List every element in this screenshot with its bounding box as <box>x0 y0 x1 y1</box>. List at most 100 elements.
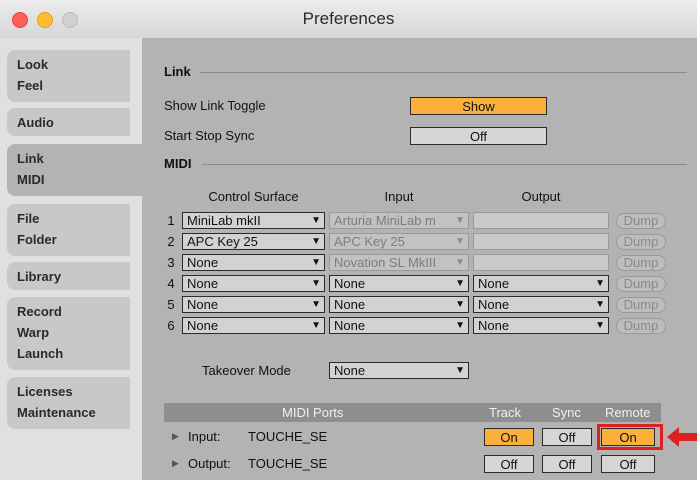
start-stop-sync-button[interactable]: Off <box>410 127 547 145</box>
dropdown-arrow-icon: ▼ <box>455 257 465 268</box>
row-number: 1 <box>167 213 175 228</box>
dropdown-arrow-icon: ▼ <box>311 236 321 247</box>
dump-button[interactable]: Dump <box>616 234 666 250</box>
dropdown-value: APC Key 25 <box>334 234 405 249</box>
dropdown-arrow-icon: ▼ <box>311 299 321 310</box>
dropdown-arrow-icon: ▼ <box>455 278 465 289</box>
sync-toggle-button[interactable]: Off <box>542 455 592 473</box>
output-dropdown[interactable]: None ▼ <box>473 317 609 334</box>
dropdown-arrow-icon: ▼ <box>595 320 605 331</box>
tab-label: Warp <box>17 325 50 340</box>
tab-label: Licenses <box>17 384 73 399</box>
dropdown-value: APC Key 25 <box>187 234 258 249</box>
dropdown-value: None <box>334 318 366 333</box>
dropdown-value: None <box>187 255 219 270</box>
tab-look-feel[interactable]: Look Feel <box>7 50 130 102</box>
start-stop-sync-label: Start Stop Sync <box>164 128 255 143</box>
tab-label: Maintenance <box>17 405 96 420</box>
dropdown-arrow-icon: ▼ <box>455 320 465 331</box>
pointer-arrow-icon <box>667 427 697 447</box>
window-title: Preferences <box>302 9 395 28</box>
tab-label: Launch <box>17 346 64 361</box>
section-divider <box>200 72 687 73</box>
dropdown-arrow-icon: ▼ <box>311 278 321 289</box>
expand-triangle-icon[interactable]: ▶ <box>172 431 179 442</box>
track-toggle-button[interactable]: Off <box>484 455 534 473</box>
remote-toggle-button[interactable]: Off <box>601 455 655 473</box>
output-dropdown[interactable]: None ▼ <box>473 296 609 313</box>
title-bar: Preferences <box>0 0 697 39</box>
dropdown-value: None <box>187 276 219 291</box>
input-column-header: Input <box>384 189 414 204</box>
dropdown-arrow-icon: ▼ <box>455 215 465 226</box>
output-dropdown[interactable] <box>473 212 609 229</box>
dump-button[interactable]: Dump <box>616 276 666 292</box>
dump-button[interactable]: Dump <box>616 255 666 271</box>
row-number: 4 <box>167 276 175 291</box>
row-number: 2 <box>167 234 175 249</box>
control-surface-dropdown[interactable]: None ▼ <box>182 296 325 313</box>
track-column-header: Track <box>489 405 522 420</box>
dropdown-arrow-icon: ▼ <box>595 299 605 310</box>
row-number: 3 <box>167 255 175 270</box>
dropdown-arrow-icon: ▼ <box>455 299 465 310</box>
dropdown-arrow-icon: ▼ <box>455 236 465 247</box>
input-dropdown[interactable]: APC Key 25 ▼ <box>329 233 469 250</box>
input-dropdown[interactable]: None ▼ <box>329 296 469 313</box>
dump-button[interactable]: Dump <box>616 318 666 334</box>
port-direction-label: Input: <box>188 429 221 444</box>
control-surface-dropdown[interactable]: None ▼ <box>182 254 325 271</box>
input-dropdown[interactable]: None ▼ <box>329 317 469 334</box>
preferences-sidebar: Look Feel Audio Link MIDI File Folder Li… <box>0 38 142 480</box>
tab-record-warp-launch[interactable]: Record Warp Launch <box>7 297 130 370</box>
control-surface-column-header: Control Surface <box>208 189 299 204</box>
tab-label: Record <box>17 304 62 319</box>
tab-audio[interactable]: Audio <box>7 108 130 136</box>
dropdown-value: None <box>334 297 366 312</box>
dropdown-arrow-icon: ▼ <box>455 365 465 376</box>
port-direction-label: Output: <box>188 456 231 471</box>
output-dropdown[interactable]: None ▼ <box>473 275 609 292</box>
dropdown-arrow-icon: ▼ <box>311 257 321 268</box>
dropdown-arrow-icon: ▼ <box>311 215 321 226</box>
remote-column-header: Remote <box>605 405 651 420</box>
tab-link-midi[interactable]: Link MIDI <box>7 144 142 196</box>
dropdown-value: None <box>478 318 510 333</box>
midi-ports-header: MIDI Ports Track Sync Remote <box>164 403 661 422</box>
tab-file-folder[interactable]: File Folder <box>7 204 130 256</box>
track-toggle-button[interactable]: On <box>484 428 534 446</box>
midi-ports-column-header: MIDI Ports <box>282 405 344 420</box>
show-link-toggle-button[interactable]: Show <box>410 97 547 115</box>
output-dropdown[interactable] <box>473 254 609 271</box>
dump-button[interactable]: Dump <box>616 213 666 229</box>
tab-label: Feel <box>17 78 44 93</box>
link-midi-panel: Link Show Link Toggle Show Start Stop Sy… <box>142 38 697 480</box>
control-surface-dropdown[interactable]: None ▼ <box>182 275 325 292</box>
control-surface-dropdown[interactable]: MiniLab mkII ▼ <box>182 212 325 229</box>
sync-column-header: Sync <box>552 405 581 420</box>
input-dropdown[interactable]: Novation SL MkIII ▼ <box>329 254 469 271</box>
tab-label: Audio <box>17 115 54 130</box>
tab-label: Library <box>17 269 62 284</box>
takeover-mode-dropdown[interactable]: None ▼ <box>329 362 469 379</box>
control-surface-dropdown[interactable]: APC Key 25 ▼ <box>182 233 325 250</box>
dropdown-value: Arturia MiniLab m <box>334 213 436 228</box>
expand-triangle-icon[interactable]: ▶ <box>172 458 179 469</box>
takeover-mode-label: Takeover Mode <box>202 363 291 378</box>
output-column-header: Output <box>521 189 561 204</box>
output-dropdown[interactable] <box>473 233 609 250</box>
input-dropdown[interactable]: None ▼ <box>329 275 469 292</box>
dump-button[interactable]: Dump <box>616 297 666 313</box>
dropdown-value: None <box>187 318 219 333</box>
input-dropdown[interactable]: Arturia MiniLab m ▼ <box>329 212 469 229</box>
tab-library[interactable]: Library <box>7 262 130 290</box>
tab-licenses-maintenance[interactable]: Licenses Maintenance <box>7 377 130 429</box>
tab-label: Folder <box>17 232 57 247</box>
midi-port-row-input: ▶ Input: TOUCHE_SE On Off On <box>164 427 661 449</box>
dropdown-value: MiniLab mkII <box>187 213 261 228</box>
control-surface-dropdown[interactable]: None ▼ <box>182 317 325 334</box>
tab-label: Link <box>17 151 44 166</box>
row-number: 5 <box>167 297 175 312</box>
sync-toggle-button[interactable]: Off <box>542 428 592 446</box>
remote-highlight-box <box>597 424 663 450</box>
